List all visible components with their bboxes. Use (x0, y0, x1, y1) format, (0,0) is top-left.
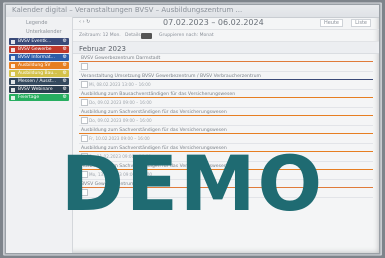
details-label: Details (125, 33, 141, 38)
month-header: Februar 2023 (73, 42, 379, 54)
category-item[interactable]: BVSV Informat... ⚙ (9, 54, 69, 61)
gear-icon[interactable]: ⚙ (63, 46, 67, 53)
category-item[interactable]: Feiertage ⚙ (9, 94, 69, 101)
gear-icon[interactable]: ⚙ (63, 38, 67, 45)
checkbox-icon[interactable] (11, 87, 15, 92)
event-title: Veranstaltung Umsetzung BVSV Gewerbezent… (81, 74, 262, 79)
calendar-toolbar: ‹ › ↻ 07.02.2023 – 06.02.2024 Heute List… (73, 17, 379, 30)
today-button[interactable]: Heute (319, 19, 343, 27)
checkbox-icon[interactable] (81, 81, 88, 88)
category-label: Ausbildung SV (18, 63, 51, 68)
checkbox-icon[interactable] (11, 39, 15, 44)
event-accent (79, 97, 373, 98)
event-accent (79, 61, 373, 62)
gear-icon[interactable]: ⚙ (63, 70, 67, 77)
checkbox-icon[interactable] (11, 71, 15, 76)
view-select[interactable]: Liste (351, 19, 371, 27)
category-item[interactable]: BVSV Eventk... ⚙ (9, 38, 69, 45)
event-row[interactable]: Ausbildung zum Bausachverständigen für d… (79, 90, 373, 108)
zoom-select[interactable]: Zeitraum: 12 Mon. (79, 33, 121, 38)
event-accent (79, 133, 373, 134)
gear-icon[interactable]: ⚙ (63, 62, 67, 69)
checkbox-icon[interactable] (81, 99, 88, 106)
event-row[interactable]: BVSV Gewerbezentrum Darmstadt (79, 54, 373, 72)
gear-icon[interactable]: ⚙ (63, 54, 67, 61)
category-label: BVSV Gewerbe (18, 47, 52, 52)
event-date: Do, 09.02.2023 09:00 – 16:00 (89, 118, 152, 123)
event-date: Mi, 08.02.2023 13:00 – 16:00 (89, 82, 151, 87)
category-list: BVSV Eventk... ⚙ BVSV Gewerbe ⚙ BVSV Infor… (6, 38, 72, 101)
category-item[interactable]: Ausbildung Bau... ⚙ (9, 70, 69, 77)
event-accent (79, 115, 373, 116)
gear-icon[interactable]: ⚙ (63, 94, 67, 101)
nav-arrows[interactable]: ‹ › ↻ (79, 19, 90, 25)
category-label: Ausbildung Bau... (18, 71, 58, 76)
checkbox-icon[interactable] (11, 55, 15, 60)
category-item[interactable]: Messen / Ausst... ⚙ (9, 78, 69, 85)
category-item[interactable]: BVSV Webinare ⚙ (9, 86, 69, 93)
event-date: Do, 09.02.2023 09:00 – 16:00 (89, 100, 152, 105)
category-label: BVSV Informat... (18, 55, 55, 60)
checkbox-icon[interactable] (11, 63, 15, 68)
gear-icon[interactable]: ⚙ (63, 86, 67, 93)
checkbox-icon[interactable] (11, 95, 15, 100)
sidebar-header: Legende Unterkalender (6, 17, 72, 37)
category-item[interactable]: BVSV Gewerbe ⚙ (9, 46, 69, 53)
checkbox-icon[interactable] (81, 117, 88, 124)
window-title: Kalender digital – Veranstaltungen BVSV … (12, 6, 243, 14)
category-label: BVSV Eventk... (18, 39, 52, 44)
screenshot-frame: Kalender digital – Veranstaltungen BVSV … (4, 3, 381, 255)
event-accent (79, 79, 373, 80)
details-toggle[interactable] (141, 33, 152, 39)
category-label: Messen / Ausst... (18, 79, 57, 84)
checkbox-icon[interactable] (11, 79, 15, 84)
event-title: BVSV Gewerbezentrum Darmstadt (81, 56, 161, 61)
event-row[interactable]: Ausbildung zum Sachverständigen für das … (79, 108, 373, 126)
subcategories-label: Unterkalender (26, 29, 62, 35)
checkbox-icon[interactable] (81, 63, 88, 70)
filter-bar: Zeitraum: 12 Mon. Details Gruppieren nac… (73, 30, 379, 42)
date-range[interactable]: 07.02.2023 – 06.02.2024 (163, 18, 264, 27)
gear-icon[interactable]: ⚙ (63, 78, 67, 85)
group-select[interactable]: Gruppieren nach: Monat (159, 33, 214, 38)
event-title: Ausbildung zum Sachverständigen für das … (81, 128, 227, 133)
demo-watermark: DEMO (60, 139, 325, 228)
event-title: Ausbildung zum Bausachverständigen für d… (81, 92, 236, 97)
checkbox-icon[interactable] (11, 47, 15, 52)
event-row[interactable]: Veranstaltung Umsetzung BVSV Gewerbezent… (79, 72, 373, 90)
event-title: Ausbildung zum Sachverständigen für das … (81, 110, 227, 115)
legend-label: Legende (26, 20, 48, 26)
category-item[interactable]: Ausbildung SV ⚙ (9, 62, 69, 69)
category-label: BVSV Webinare (18, 87, 53, 92)
category-label: Feiertage (18, 95, 40, 100)
